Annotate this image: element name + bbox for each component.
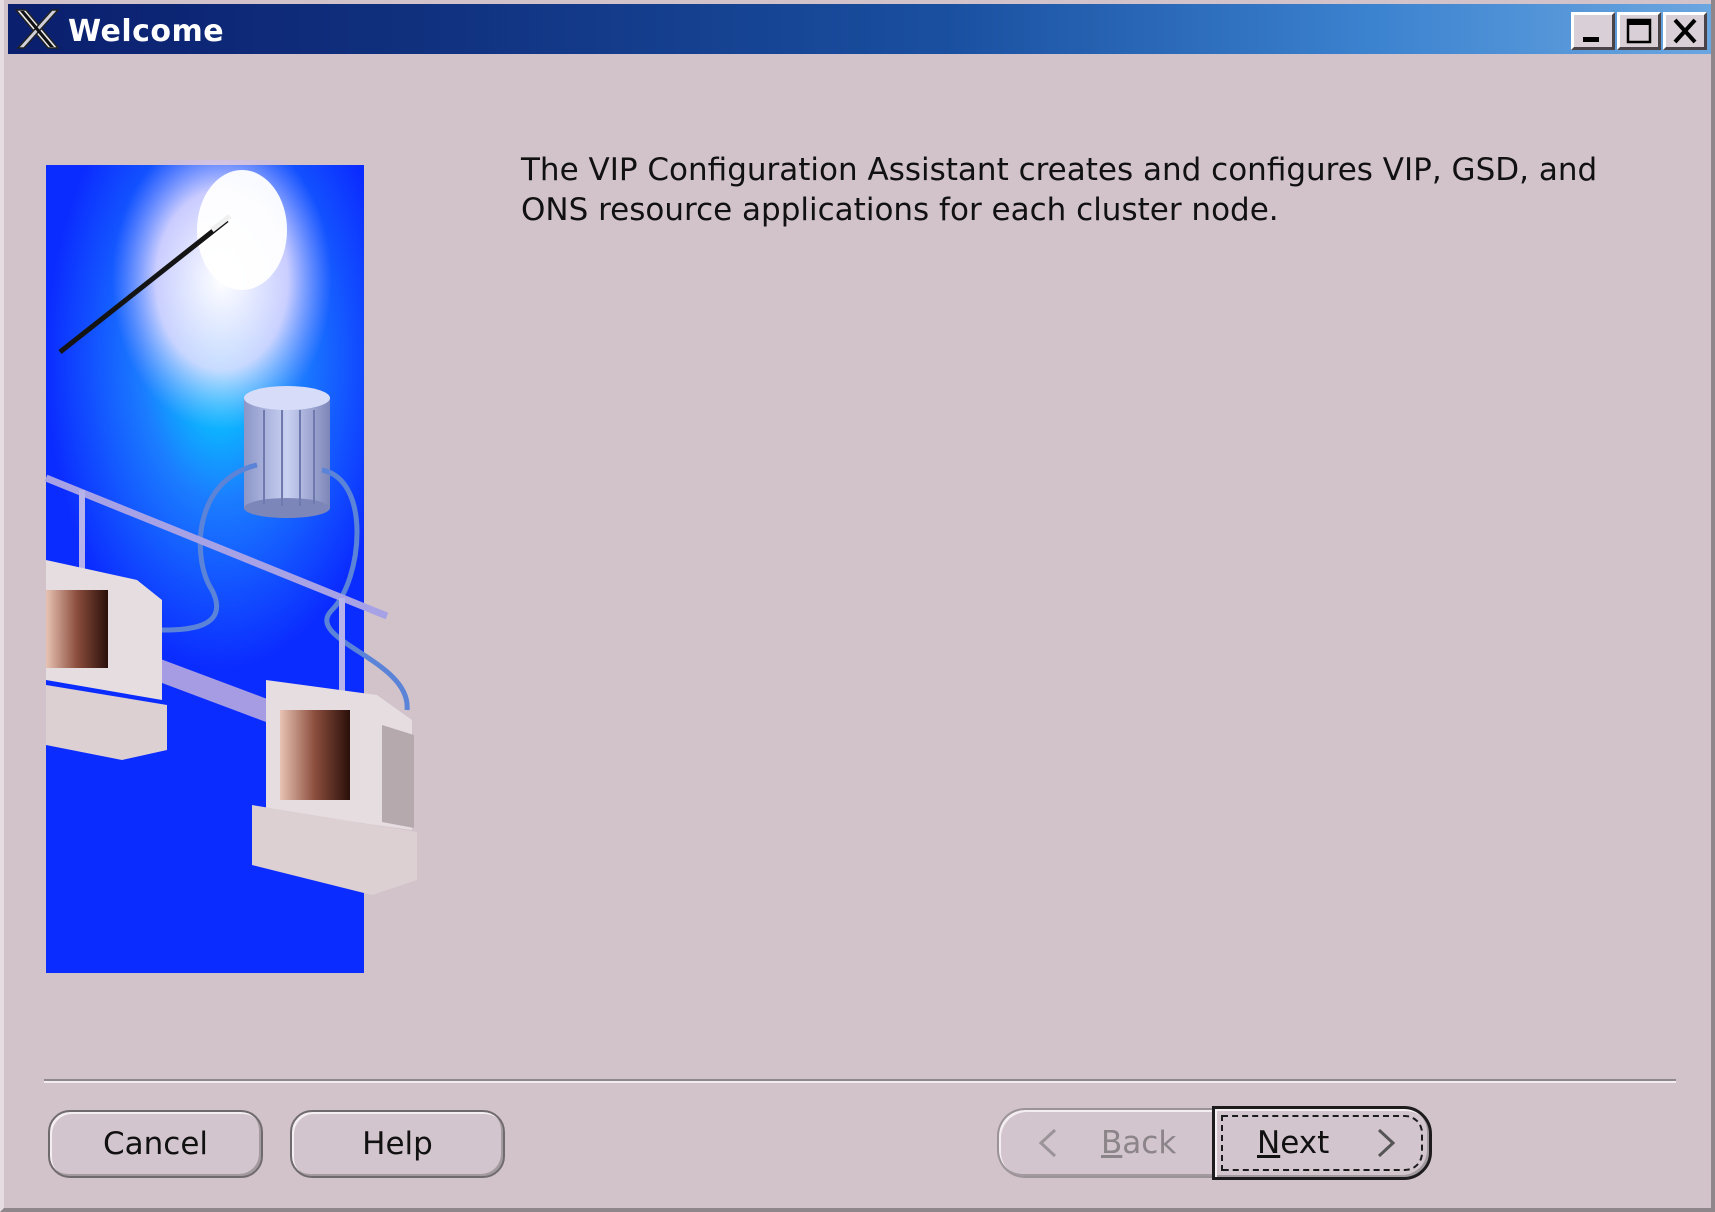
dialog-window: Welcome The VIP Configuration Assistant … [0, 0, 1715, 1212]
window-title: Welcome [68, 14, 225, 49]
close-button[interactable] [1663, 12, 1707, 50]
close-icon [1673, 18, 1697, 44]
title-bar[interactable]: Welcome [8, 4, 1711, 54]
chevron-right-icon [1378, 1128, 1396, 1158]
minimize-icon [1583, 37, 1599, 42]
next-label: Next [1257, 1125, 1330, 1161]
back-button[interactable]: Back [997, 1108, 1219, 1178]
x-window-logo-icon [12, 6, 62, 52]
help-label: Help [362, 1126, 433, 1162]
wizard-illustration [42, 130, 452, 980]
maximize-button[interactable] [1617, 12, 1661, 50]
maximize-icon [1626, 18, 1652, 44]
next-button[interactable]: Next [1212, 1106, 1432, 1180]
help-button[interactable]: Help [290, 1110, 505, 1178]
cancel-label: Cancel [102, 1126, 209, 1162]
welcome-message: The VIP Configuration Assistant creates … [521, 152, 1598, 228]
back-label: Back [1101, 1125, 1177, 1161]
minimize-button[interactable] [1571, 12, 1615, 50]
cancel-button[interactable]: Cancel [48, 1110, 263, 1178]
chevron-left-icon [1038, 1128, 1057, 1158]
button-divider [44, 1079, 1676, 1083]
